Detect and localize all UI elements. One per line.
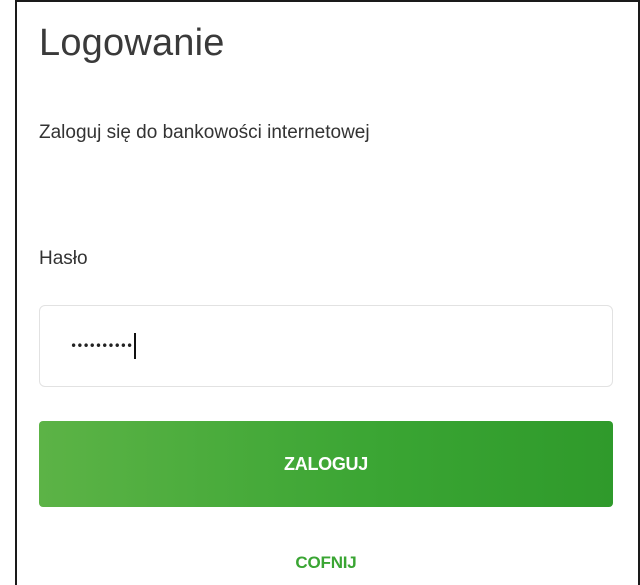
password-masked-value: •••••••••• (70, 339, 133, 353)
back-link[interactable]: COFNIJ (39, 553, 613, 573)
login-subtitle: Zaloguj się do bankowości internetowej (39, 122, 370, 143)
page-title: Logowanie (39, 22, 225, 64)
login-card: Logowanie Zaloguj się do bankowości inte… (15, 0, 640, 585)
text-cursor (134, 333, 137, 359)
login-button[interactable]: ZALOGUJ (39, 421, 613, 507)
password-field[interactable]: •••••••••• (39, 305, 613, 387)
password-label: Hasło (39, 248, 88, 269)
